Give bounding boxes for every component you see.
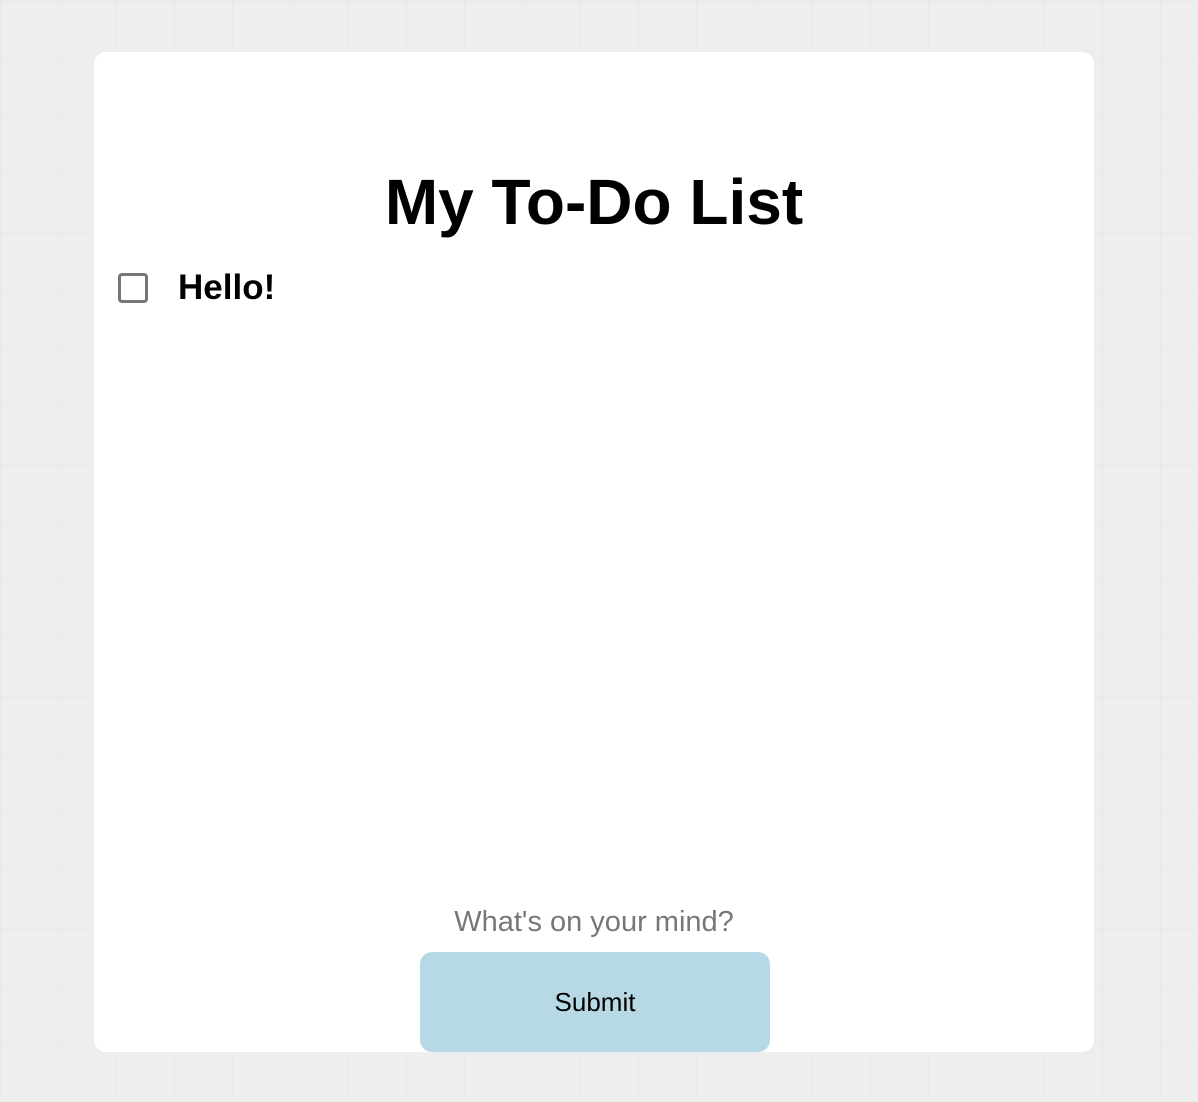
todo-checkbox[interactable] [118, 273, 148, 303]
todo-list: Hello! [118, 268, 1070, 308]
task-input[interactable] [394, 898, 794, 946]
list-item: Hello! [118, 268, 1070, 308]
todo-card: My To-Do List Hello! Submit [94, 52, 1094, 1052]
page-title: My To-Do List [384, 166, 804, 238]
submit-button[interactable]: Submit [420, 952, 770, 1052]
todo-label: Hello! [178, 268, 276, 307]
